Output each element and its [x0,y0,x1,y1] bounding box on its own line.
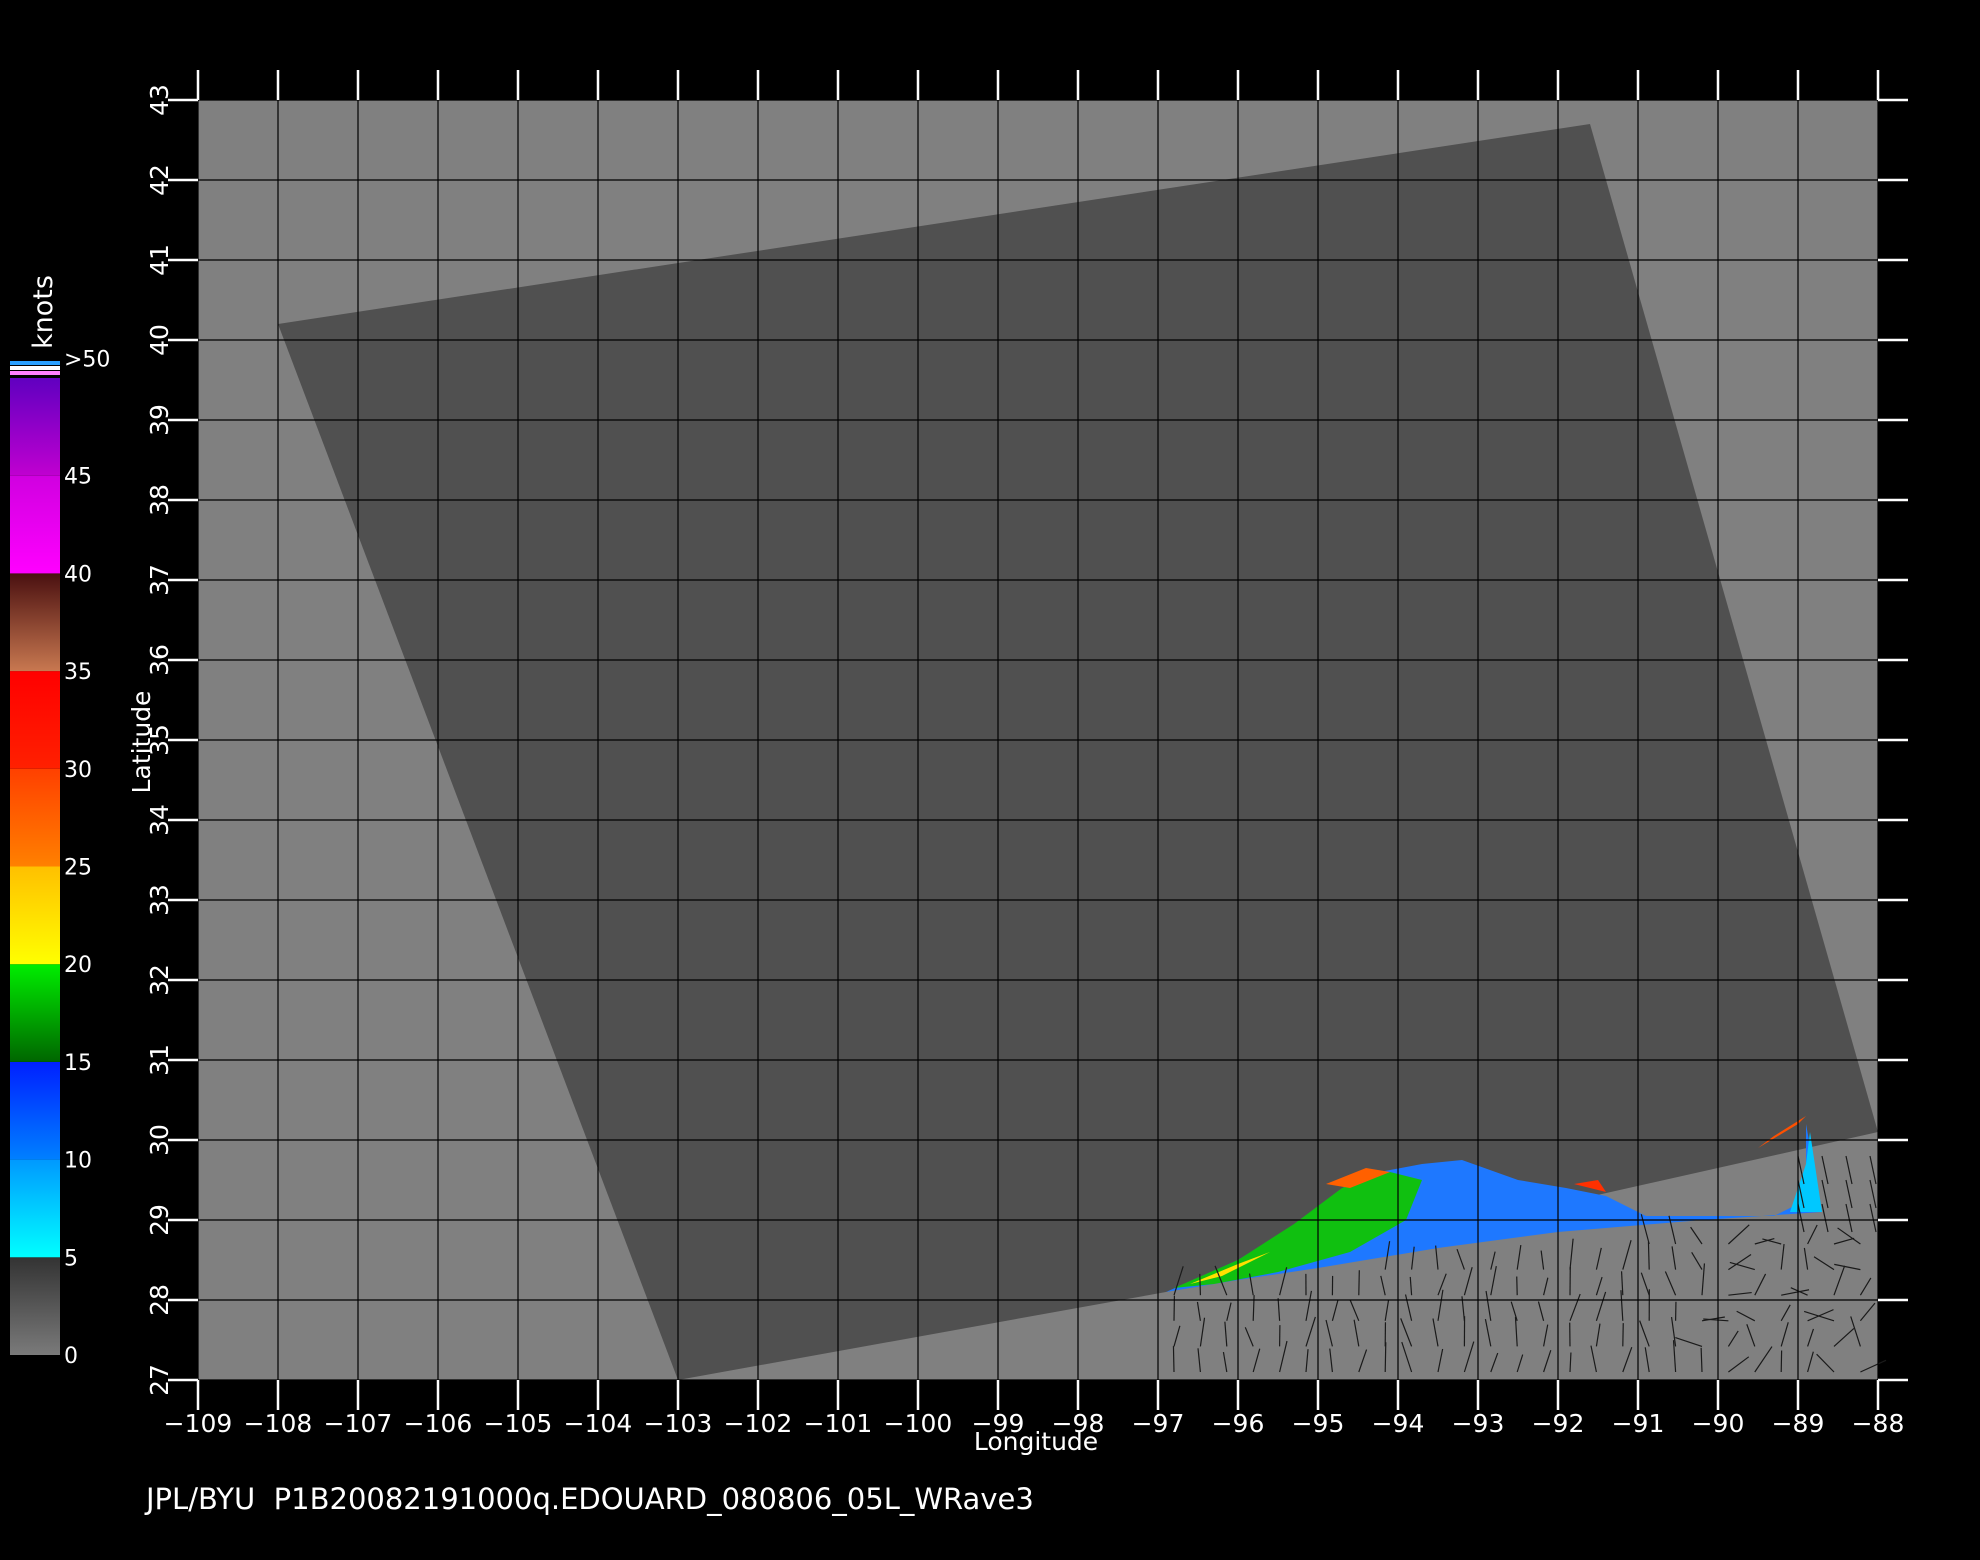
y-tick-label: 43 [145,84,174,116]
wind-map: −109 −108 −107 −106 −105 −104 −103 −102 −101 −100… [10,70,1908,1456]
x-tick-label: −101 [804,1409,873,1438]
legend-band [10,1257,60,1355]
y-tick-label: 29 [145,1204,174,1236]
wind-barb [1384,1342,1387,1373]
wind-barb [1647,1241,1650,1270]
legend-band [10,671,60,769]
wind-barb [1199,1273,1201,1296]
legend-strip [10,371,60,375]
y-tick-label: 32 [145,964,174,996]
legend-label: 20 [64,953,92,978]
y-tick-label: 39 [145,404,174,436]
legend-band [10,475,60,574]
x-tick-label: −95 [1292,1409,1345,1438]
y-tick-label: 42 [145,164,174,196]
x-tick-label: −89 [1772,1409,1825,1438]
x-tick-label: −96 [1212,1409,1265,1438]
x-tick-label: −92 [1532,1409,1585,1438]
color-legend: >50 45 40 35 30 25 20 15 10 5 0 [10,347,110,1369]
legend-label: 30 [64,758,92,783]
x-tick-label: −104 [564,1409,633,1438]
x-tick-label: −103 [644,1409,713,1438]
wind-barb [1358,1270,1360,1296]
legend-label: 40 [64,562,92,587]
x-tick-label: −107 [324,1409,393,1438]
x-tick-label: −91 [1612,1409,1665,1438]
y-tick-label: 34 [145,804,174,836]
legend-band [10,378,60,476]
legend-band [10,1061,60,1160]
x-tick-label: −88 [1852,1409,1905,1438]
x-tick-label: −105 [484,1409,553,1438]
legend-label: 0 [64,1344,78,1369]
x-tick-label: −109 [164,1409,233,1438]
y-tick-label: 27 [145,1364,174,1396]
y-tick-label: 28 [145,1284,174,1316]
wind-barb [1172,1346,1175,1373]
x-tick-label: −102 [724,1409,793,1438]
legend-label: 10 [64,1149,92,1174]
x-tick-label: −94 [1372,1409,1425,1438]
y-axis-title: Latitude [127,691,156,794]
legend-strip [10,361,60,365]
legend-band [10,573,60,672]
x-axis-title: Longitude [974,1427,1098,1456]
legend-title: knots [28,275,59,349]
y-tick-label: 33 [145,884,174,916]
legend-label: 45 [64,465,92,490]
x-tick-label: −100 [884,1409,953,1438]
legend-label: >50 [64,347,110,372]
x-tick-label: −97 [1132,1409,1185,1438]
y-tick-label: 40 [145,324,174,356]
footer-caption: JPL/BYU P1B20082191000q.EDOUARD_080806_0… [146,1482,1034,1516]
y-tick-label: 31 [145,1044,174,1076]
y-tick-label: 30 [145,1124,174,1156]
legend-label: 25 [64,856,92,881]
y-tick-label: 36 [145,644,174,676]
y-tick-label: 41 [145,244,174,276]
legend-strip [10,366,60,370]
legend-label: 15 [64,1051,92,1076]
legend-band [10,1159,60,1258]
y-tick-label: 38 [145,484,174,516]
legend-band [10,866,60,965]
legend-band [10,768,60,867]
x-tick-label: −108 [244,1409,313,1438]
x-tick-label: −90 [1692,1409,1745,1438]
x-tick-label: −93 [1452,1409,1505,1438]
legend-label: 5 [64,1246,78,1271]
legend-label: 35 [64,660,92,685]
legend-band [10,964,60,1062]
y-tick-label: 37 [145,564,174,596]
x-tick-label: −106 [404,1409,473,1438]
